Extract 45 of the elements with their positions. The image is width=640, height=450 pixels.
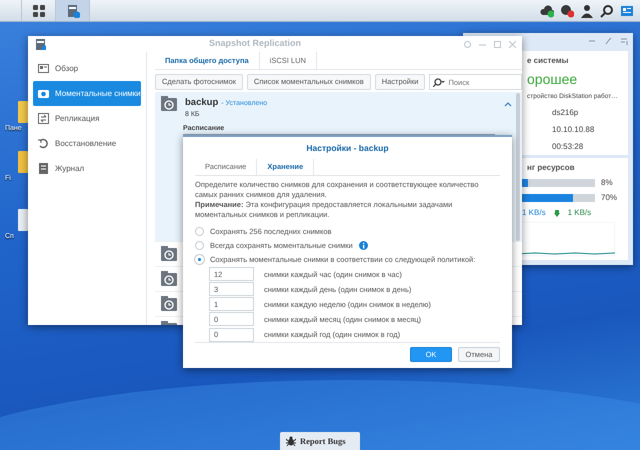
folder-clock-icon — [161, 271, 177, 287]
restore-icon — [38, 138, 49, 149]
document-icon — [38, 163, 49, 174]
camera-icon — [38, 88, 49, 99]
sidebar-item[interactable]: Репликация — [33, 106, 141, 131]
section-title: нг ресурсов — [527, 162, 576, 174]
sidebar-item[interactable]: Восстановление — [33, 131, 141, 156]
folder-clock-icon — [161, 296, 177, 312]
sidebar-item[interactable]: Журнал — [33, 156, 141, 181]
info-icon — [358, 241, 368, 250]
search-icon[interactable] — [600, 4, 614, 18]
folder-clock-icon — [161, 96, 177, 112]
window-title: Snapshot Replication — [208, 37, 302, 50]
upload-speed: 1 KB/s — [522, 207, 546, 219]
collapse-icon[interactable] — [620, 36, 628, 44]
report-bugs-button[interactable]: Report Bugs — [280, 432, 360, 450]
radio-button[interactable] — [195, 227, 204, 236]
grid-icon — [32, 4, 46, 18]
overview-icon — [38, 63, 49, 74]
snapshot-taskbar-button[interactable] — [56, 0, 90, 21]
sidebar-item[interactable]: Обзор — [33, 56, 141, 81]
bug-icon — [286, 436, 296, 446]
server-icon — [66, 4, 80, 18]
user-icon[interactable] — [580, 4, 594, 18]
meter-reading: 70% — [601, 192, 618, 204]
replication-icon — [38, 113, 49, 124]
share-name: backup — [185, 96, 218, 110]
info-value: 10.10.10.88 — [551, 124, 596, 136]
cloud-icon[interactable] — [540, 4, 554, 18]
radio-button[interactable] — [195, 241, 204, 250]
status-text: орошее — [527, 70, 578, 89]
meter-reading: 8% — [601, 177, 613, 189]
info-value: ds216p — [551, 106, 580, 119]
sidebar-item[interactable]: Моментальные снимки — [33, 81, 141, 106]
widget-icon[interactable] — [620, 4, 634, 18]
notification-icon[interactable] — [560, 4, 574, 18]
chevron-up-icon[interactable] — [504, 102, 512, 107]
dialog-title: Настройки - backup — [305, 142, 390, 155]
search-icon — [433, 78, 446, 87]
info-value: 00:53:28 — [551, 140, 584, 153]
down-arrow-icon — [554, 210, 560, 216]
folder-clock-icon — [161, 246, 177, 262]
scrollbar[interactable] — [516, 93, 520, 241]
download-speed: 1 KB/s — [568, 207, 592, 219]
section-title: е системы — [527, 55, 570, 67]
